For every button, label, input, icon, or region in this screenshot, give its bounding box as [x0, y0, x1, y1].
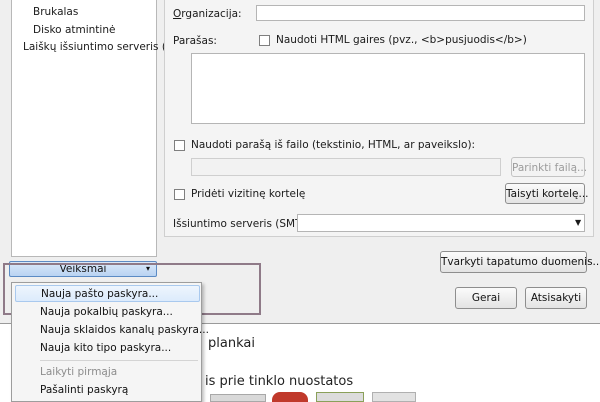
menu-separator — [40, 360, 198, 361]
file-path-field[interactable] — [191, 158, 501, 176]
menu-item-new-mail-account[interactable]: Nauja pašto paskyra... — [15, 285, 200, 302]
file-signature-checkbox[interactable] — [174, 140, 185, 151]
edit-icon[interactable] — [316, 392, 364, 402]
background-text: plankai — [208, 336, 255, 351]
menu-item-new-other-account[interactable]: Nauja kito tipo paskyra... — [15, 340, 200, 357]
stop-icon[interactable] — [272, 392, 308, 402]
choose-file-button[interactable]: Parinkti failą... — [511, 157, 587, 177]
organization-label: Organizacija: — [173, 8, 242, 20]
ok-button[interactable]: Gerai — [455, 287, 517, 309]
signature-label: Parašas: — [173, 35, 217, 47]
menu-item-new-feed-account[interactable]: Nauja sklaidos kanalų paskyra... — [15, 322, 209, 339]
manage-identities-button[interactable]: Tvarkyti tapatumo duomenis... — [440, 251, 600, 273]
smtp-label: Išsiuntimo serveris (SMTP): — [173, 218, 316, 230]
cancel-button[interactable]: Atsisakyti — [525, 287, 587, 309]
tree-item-outgoing-server[interactable]: Laiškų išsiuntimo serveris (S... — [23, 41, 183, 53]
menu-item-remove-account[interactable]: Pašalinti paskyrą — [15, 382, 200, 399]
tree-item-junk[interactable]: Brukalas — [33, 6, 78, 18]
account-actions-menu[interactable]: Nauja pašto paskyra... Nauja pokalbių pa… — [11, 282, 209, 402]
tree-item-disk-space[interactable]: Disko atmintinė — [33, 24, 115, 36]
edit-card-button[interactable]: Taisyti kortelę... — [505, 183, 589, 204]
vcard-label: Pridėti vizitinę kortelę — [191, 188, 306, 200]
menu-item-set-default[interactable]: Laikyti pirmąja — [15, 364, 200, 381]
chevron-down-icon: ▼ — [575, 218, 582, 227]
html-checkbox-label: Naudoti HTML gaires (pvz., <b>pusjuodis<… — [276, 34, 527, 46]
organization-field[interactable] — [256, 5, 585, 21]
account-tree[interactable]: Brukalas Disko atmintinė Laiškų išsiunti… — [11, 0, 183, 257]
background-text: is prie tinklo nuostatos — [205, 374, 354, 389]
html-checkbox[interactable] — [259, 35, 270, 46]
pencil-icon[interactable] — [372, 392, 416, 402]
file-signature-label: Naudoti parašą iš failo (tekstinio, HTML… — [191, 139, 476, 151]
menu-item-new-chat-account[interactable]: Nauja pokalbių paskyra... — [15, 304, 200, 321]
account-settings-panel: Organizacija: Parašas: Naudoti HTML gair… — [164, 0, 594, 237]
taskbar-button[interactable] — [210, 394, 266, 402]
signature-textarea[interactable] — [191, 53, 585, 124]
smtp-select[interactable] — [297, 214, 585, 232]
vcard-checkbox[interactable] — [174, 189, 185, 200]
